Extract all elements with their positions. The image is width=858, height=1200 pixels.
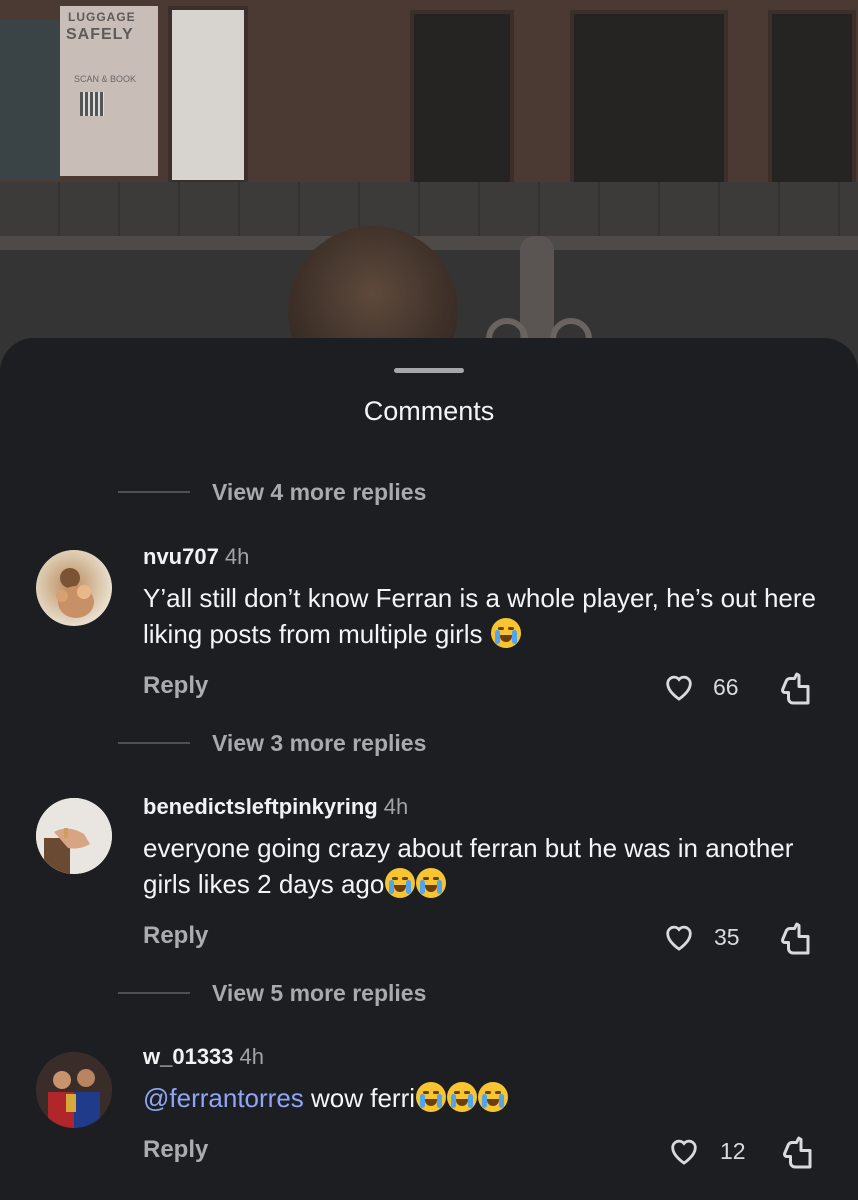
view-more-replies-label: View 3 more replies [212, 729, 427, 756]
comments-sheet: Comments View 4 more replies nvu707 4h Y’… [0, 338, 858, 1200]
replies-line [118, 992, 190, 994]
storefront-window [410, 10, 514, 188]
storefront-window-right [768, 10, 856, 188]
username-link[interactable]: w_01333 [143, 1044, 234, 1069]
sheet-title: Comments [363, 396, 495, 426]
timestamp: 4h [239, 1044, 265, 1069]
heart-icon[interactable] [662, 920, 696, 954]
like-count: 35 [714, 924, 740, 950]
post-photo-background: LUGGAGE SAFELY SCAN & BOOK [0, 0, 858, 380]
sign-text-1: LUGGAGE [68, 10, 136, 24]
view-more-replies-button[interactable]: View 5 more replies [118, 978, 426, 1008]
heart-icon[interactable] [662, 670, 696, 704]
comment-text: @ferrantorres wow ferri [143, 1080, 833, 1116]
avatar-image [36, 798, 112, 874]
dislike-icon[interactable] [778, 920, 814, 956]
comment-body: Y’all still don’t know Ferran is a whole… [143, 583, 816, 649]
comment-body: everyone going crazy about ferran but he… [143, 833, 794, 899]
heart-icon[interactable] [667, 1134, 701, 1168]
comment-header: w_01333 4h [143, 1044, 264, 1070]
comment-body: wow ferri [303, 1083, 416, 1113]
avatar[interactable] [36, 798, 112, 874]
mention-link[interactable]: @ferrantorres [143, 1083, 304, 1113]
avatar[interactable] [36, 550, 112, 626]
view-more-replies-button[interactable]: View 3 more replies [118, 728, 426, 758]
comment-actions: Reply 35 [0, 920, 858, 960]
reply-button[interactable]: Reply [143, 672, 208, 700]
comment-actions: Reply 12 [0, 1134, 858, 1174]
replies-line [118, 742, 190, 744]
username-link[interactable]: benedictsleftpinkyring [143, 794, 378, 819]
loudly-crying-face-icon [385, 868, 416, 898]
drag-handle[interactable] [394, 368, 464, 373]
dislike-icon[interactable] [780, 1134, 816, 1170]
comment-text: everyone going crazy about ferran but he… [143, 830, 833, 902]
reply-button[interactable]: Reply [143, 1136, 208, 1164]
face-with-tears-of-joy-icon [478, 1082, 509, 1112]
storefront-door [570, 10, 728, 188]
loudly-crying-face-icon [490, 618, 521, 648]
view-more-replies-button[interactable]: View 4 more replies [118, 477, 426, 507]
username-link[interactable]: nvu707 [143, 544, 219, 569]
loudly-crying-face-icon [416, 868, 447, 898]
comment-text: Y’all still don’t know Ferran is a whole… [143, 580, 833, 652]
timestamp: 4h [383, 794, 409, 819]
sign-text-3: SCAN & BOOK [74, 74, 137, 84]
avatar-image [56, 568, 94, 618]
replies-line [118, 491, 190, 493]
timestamp: 4h [224, 544, 250, 569]
avatar[interactable] [36, 1052, 112, 1128]
like-count: 66 [713, 674, 739, 700]
reply-button[interactable]: Reply [143, 922, 208, 950]
storefront-panel [168, 6, 248, 184]
view-more-replies-label: View 4 more replies [212, 478, 427, 505]
comment-header: benedictsleftpinkyring 4h [143, 794, 408, 820]
face-with-tears-of-joy-icon [447, 1082, 478, 1112]
comment-actions: Reply 66 [0, 670, 858, 710]
face-with-tears-of-joy-icon [416, 1082, 447, 1112]
qr-code [80, 92, 104, 116]
view-more-replies-label: View 5 more replies [212, 979, 427, 1006]
atm-machine [0, 20, 60, 180]
dislike-icon[interactable] [778, 670, 814, 706]
sign-text-2: SAFELY [66, 26, 134, 43]
comment-header: nvu707 4h [143, 544, 249, 570]
luggage-sign: LUGGAGE SAFELY SCAN & BOOK [60, 6, 158, 176]
avatar-image [36, 1052, 112, 1128]
like-count: 12 [720, 1138, 746, 1164]
